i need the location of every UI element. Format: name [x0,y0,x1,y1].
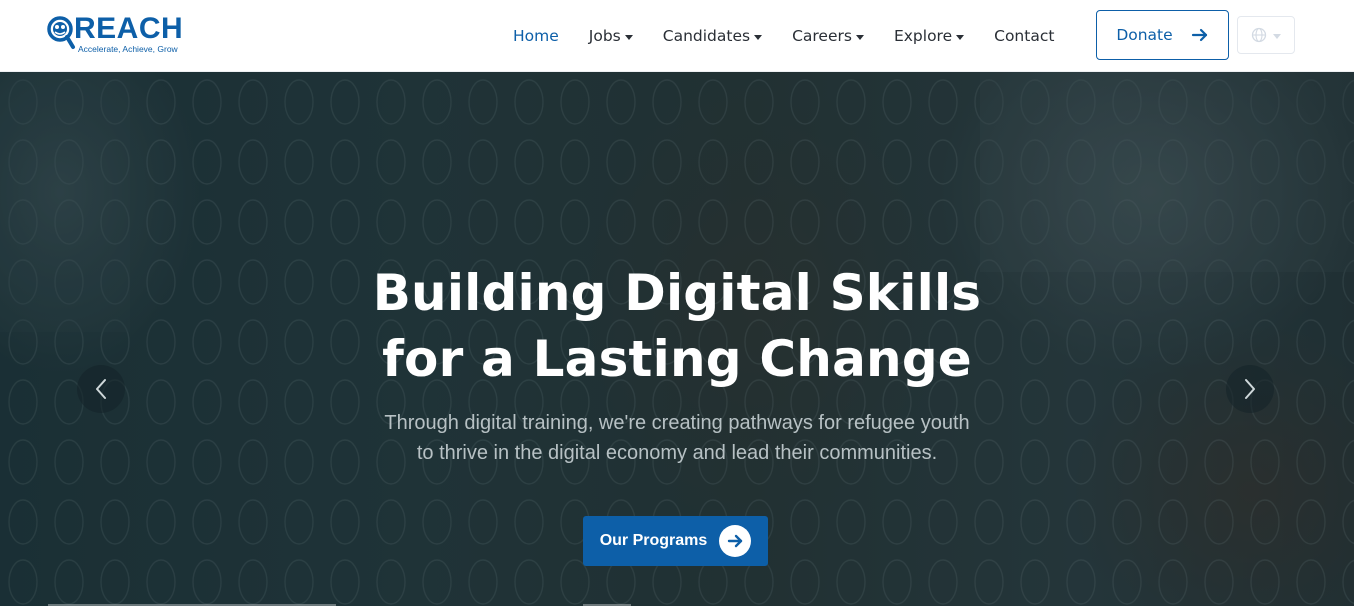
site-header: REACH Accelerate, Achieve, Grow Home Job… [0,0,1354,72]
nav-item-jobs[interactable]: Jobs [574,0,648,72]
caret-down-icon [956,34,965,40]
our-programs-button[interactable]: Our Programs [583,516,768,566]
nav-item-candidates[interactable]: Candidates [648,0,777,72]
nav-item-home[interactable]: Home [498,0,574,72]
nav-item-label: Contact [994,27,1055,45]
reach-logo[interactable]: REACH Accelerate, Achieve, Grow [46,13,186,59]
hero-title: Building Digital Skills for a Lasting Ch… [0,260,1354,392]
caret-down-icon [754,34,763,40]
hero-title-line1: Building Digital Skills [372,264,982,322]
hero-carousel: Building Digital Skills for a Lasting Ch… [0,72,1354,606]
arrow-right-circle-icon [719,525,752,557]
caret-down-icon [855,34,864,40]
caret-down-icon [1273,33,1281,39]
main-nav: Home Jobs Candidates Careers Explore Con… [498,0,1069,72]
caret-down-icon [624,34,633,40]
brand-name: REACH [74,12,184,45]
hero-subtitle-line1: Through digital training, we're creating… [384,412,970,434]
nav-item-label: Careers [792,27,852,45]
magnifier-logo-icon [47,16,75,49]
nav-item-label: Candidates [662,27,751,45]
donate-label: Donate [1116,26,1173,44]
nav-item-explore[interactable]: Explore [879,0,979,72]
hero-subtitle-line2: to thrive in the digital economy and lea… [416,442,938,464]
donate-button[interactable]: Donate [1096,10,1229,60]
hero-subtitle: Through digital training, we're creating… [0,408,1354,468]
nav-item-label: Explore [893,27,953,45]
nav-item-careers[interactable]: Careers [777,0,879,72]
globe-icon [1251,27,1267,43]
nav-item-contact[interactable]: Contact [979,0,1069,72]
brand-tagline: Accelerate, Achieve, Grow [78,44,178,54]
hero-title-line2: for a Lasting Change [382,330,972,388]
arrow-right-icon [1191,28,1207,42]
nav-item-label: Jobs [588,27,621,45]
cta-label: Our Programs [599,532,708,549]
language-selector[interactable] [1237,16,1295,54]
nav-item-label: Home [513,27,559,45]
